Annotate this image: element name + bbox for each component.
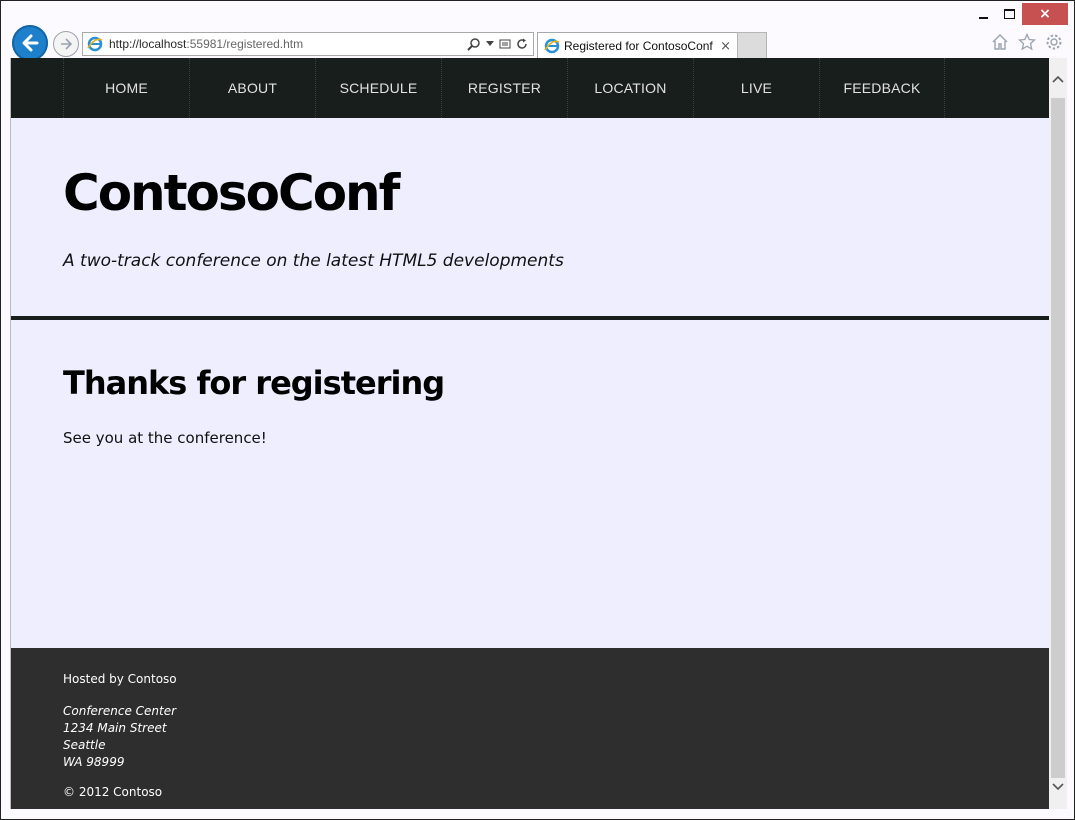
- address-line: Conference Center: [63, 704, 177, 718]
- address-line: WA 98999: [63, 755, 125, 769]
- ie-favicon-icon: [87, 36, 103, 52]
- back-button[interactable]: [12, 25, 48, 61]
- settings-gear-icon[interactable]: [1045, 33, 1063, 51]
- venue-address: Conference Center 1234 Main Street Seatt…: [63, 703, 176, 771]
- nav-location[interactable]: LOCATION: [567, 58, 693, 118]
- close-window-button[interactable]: ×: [1022, 3, 1068, 25]
- forward-arrow-icon: [61, 38, 73, 50]
- minimize-button[interactable]: [970, 3, 996, 25]
- maximize-button[interactable]: [996, 3, 1022, 25]
- hosted-by: Hosted by Contoso: [63, 672, 177, 686]
- page-viewport: HOME ABOUT SCHEDULE REGISTER LOCATION LI…: [10, 58, 1050, 809]
- scroll-thumb[interactable]: [1051, 98, 1065, 778]
- forward-button[interactable]: [53, 31, 79, 57]
- tab-registered[interactable]: Registered for ContosoConf ×: [537, 32, 738, 59]
- nav-schedule[interactable]: SCHEDULE: [315, 58, 441, 118]
- site-title: ContosoConf: [63, 164, 400, 222]
- site-nav: HOME ABOUT SCHEDULE REGISTER LOCATION LI…: [11, 58, 1050, 118]
- maximize-icon: [1003, 9, 1015, 19]
- confirmation-message: See you at the conference!: [63, 429, 267, 447]
- nav-home[interactable]: HOME: [63, 58, 189, 118]
- nav-live[interactable]: LIVE: [693, 58, 819, 118]
- refresh-icon[interactable]: [516, 38, 528, 50]
- site-footer: Hosted by Contoso Conference Center 1234…: [11, 648, 1050, 809]
- site-header: ContosoConf A two-track conference on th…: [11, 118, 1050, 316]
- tab-close-icon[interactable]: ×: [720, 39, 731, 54]
- nav-feedback[interactable]: FEEDBACK: [819, 58, 945, 118]
- address-url: http://localhost:55981/registered.htm: [109, 37, 304, 51]
- favorites-star-icon[interactable]: [1018, 33, 1036, 51]
- minimize-icon: [978, 17, 988, 19]
- site-tagline: A two-track conference on the latest HTM…: [63, 251, 564, 271]
- main-content: Thanks for registering See you at the co…: [11, 320, 1050, 648]
- dropdown-arrow-icon[interactable]: [486, 41, 494, 47]
- page-heading: Thanks for registering: [63, 364, 445, 402]
- nav-about[interactable]: ABOUT: [189, 58, 315, 118]
- home-icon[interactable]: [991, 33, 1009, 51]
- nav-register[interactable]: REGISTER: [441, 58, 567, 118]
- copyright: © 2012 Contoso: [63, 785, 163, 799]
- chevron-up-icon: [1052, 75, 1064, 83]
- address-line: 1234 Main Street: [63, 721, 167, 735]
- scroll-down-button[interactable]: [1049, 778, 1067, 796]
- new-tab-button[interactable]: [737, 32, 767, 58]
- address-bar[interactable]: http://localhost:55981/registered.htm: [82, 32, 534, 56]
- ie-favicon-icon: [544, 38, 560, 54]
- compat-view-icon[interactable]: [499, 38, 511, 50]
- chevron-down-icon: [1052, 783, 1064, 791]
- tab-title: Registered for ContosoConf: [564, 39, 713, 53]
- address-line: Seattle: [63, 738, 106, 752]
- back-arrow-icon: [22, 34, 39, 52]
- browser-window: × http://localhost:55981/registered.htm: [0, 0, 1075, 820]
- vertical-scrollbar[interactable]: [1049, 58, 1067, 809]
- search-icon[interactable]: [467, 37, 481, 51]
- scroll-up-button[interactable]: [1049, 70, 1067, 88]
